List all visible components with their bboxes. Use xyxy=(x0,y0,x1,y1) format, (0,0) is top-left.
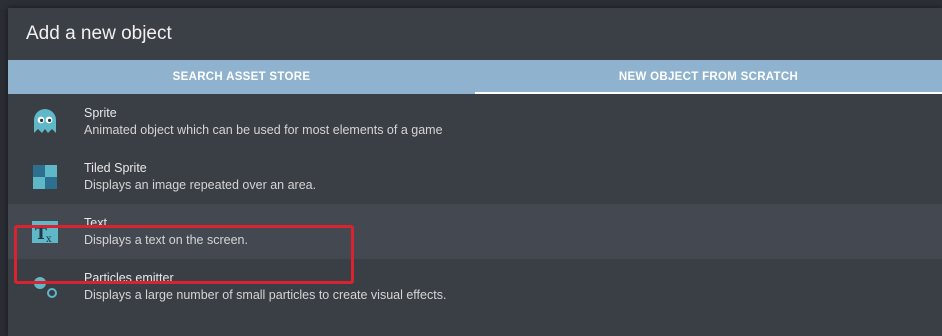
list-item-particles-emitter[interactable]: Particles emitter Displays a large numbe… xyxy=(8,259,942,314)
item-description: Displays a large number of small particl… xyxy=(84,287,447,302)
item-name: Tiled Sprite xyxy=(84,160,147,175)
item-description: Displays a text on the screen. xyxy=(84,232,248,247)
object-type-list: Sprite Animated object which can be used… xyxy=(8,94,942,314)
tab-label: NEW OBJECT FROM SCRATCH xyxy=(618,71,799,83)
tab-label: SEARCH ASSET STORE xyxy=(172,71,311,83)
item-name: Text xyxy=(84,215,107,230)
particles-emitter-icon xyxy=(28,270,62,304)
dialog-title-bar: Add a new object xyxy=(8,8,942,60)
item-name: Particles emitter xyxy=(84,270,174,285)
ghost-sprite-icon xyxy=(28,105,62,139)
list-item-tiled-sprite[interactable]: Tiled Sprite Displays an image repeated … xyxy=(8,149,942,204)
text-object-icon: T x xyxy=(28,215,62,249)
list-item-sprite[interactable]: Sprite Animated object which can be used… xyxy=(8,94,942,149)
item-description: Animated object which can be used for mo… xyxy=(84,122,443,137)
dialog-title: Add a new object xyxy=(26,23,172,44)
item-description: Displays an image repeated over an area. xyxy=(84,177,317,192)
tab-bar: SEARCH ASSET STORE NEW OBJECT FROM SCRAT… xyxy=(8,60,942,94)
svg-text:x: x xyxy=(46,234,52,245)
tab-new-object-from-scratch[interactable]: NEW OBJECT FROM SCRATCH xyxy=(475,60,942,94)
list-item-text[interactable]: T x Text Displays a text on the screen. xyxy=(8,204,942,259)
add-object-dialog: Add a new object SEARCH ASSET STORE NEW … xyxy=(8,8,942,336)
tab-search-asset-store[interactable]: SEARCH ASSET STORE xyxy=(8,60,475,94)
item-name: Sprite xyxy=(84,105,117,120)
tiled-sprite-icon xyxy=(28,160,62,194)
